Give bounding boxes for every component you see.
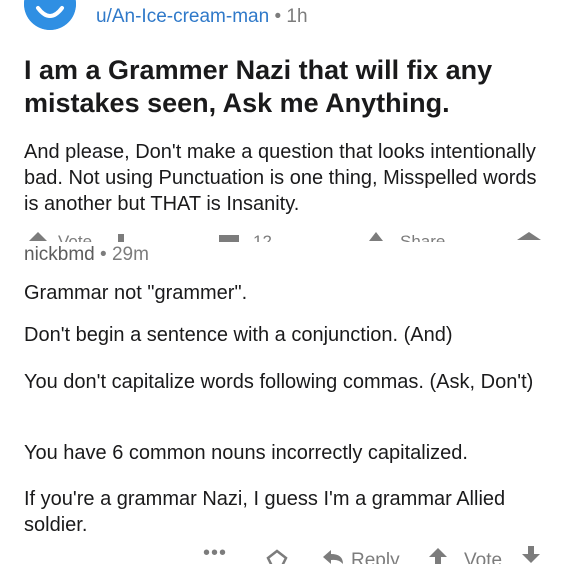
post-meta: u/An-Ice-cream-man • 1h bbox=[96, 6, 308, 28]
comment-action-bar: ••• Reply Vote bbox=[0, 538, 564, 564]
post-username[interactable]: u/An-Ice-cream-man bbox=[96, 6, 269, 27]
upvote-arrow-icon[interactable] bbox=[428, 547, 448, 564]
meta-separator: • bbox=[274, 6, 282, 27]
more-dots-icon[interactable]: ••• bbox=[203, 542, 227, 564]
downvote-arrow-icon[interactable] bbox=[521, 544, 541, 564]
downvote-arrow-icon[interactable] bbox=[118, 234, 124, 242]
award-icon[interactable] bbox=[264, 548, 290, 564]
comment-icon[interactable] bbox=[219, 235, 239, 242]
comment-paragraph: You have 6 common nouns incorrectly capi… bbox=[24, 442, 468, 464]
collapse-chevron-icon[interactable] bbox=[517, 232, 541, 240]
reply-arrow-icon[interactable] bbox=[321, 549, 345, 564]
comment-paragraph: If you're a grammar Nazi, I guess I'm a … bbox=[24, 488, 506, 536]
post-title[interactable]: I am a Grammer Nazi that will fix any mi… bbox=[24, 54, 544, 120]
avatar[interactable] bbox=[24, 0, 76, 30]
upvote-arrow-icon[interactable] bbox=[29, 232, 47, 241]
post-age: 1h bbox=[286, 6, 308, 27]
reply-button[interactable]: Reply bbox=[351, 550, 400, 564]
comment-username[interactable]: nickbmd bbox=[24, 244, 95, 265]
share-icon[interactable] bbox=[369, 232, 383, 241]
reddit-avatar-icon bbox=[24, 0, 76, 30]
post-action-bar: Vote 12 Share bbox=[0, 226, 564, 242]
comment-meta: nickbmd • 29m bbox=[24, 244, 149, 266]
comment-paragraph: You don't capitalize words following com… bbox=[24, 371, 534, 393]
post-vote-label: Vote bbox=[58, 232, 93, 242]
comment-vote-label: Vote bbox=[464, 550, 503, 564]
comment-age: 29m bbox=[111, 244, 149, 265]
meta-separator: • bbox=[100, 244, 107, 265]
post-comment-count[interactable]: 12 bbox=[253, 232, 272, 242]
post-body: And please, Don't make a question that l… bbox=[24, 141, 537, 215]
post-share-label[interactable]: Share bbox=[400, 232, 445, 242]
comment-paragraph: Grammar not "grammer". bbox=[24, 282, 248, 304]
comment-paragraph: Don't begin a sentence with a conjunctio… bbox=[24, 324, 453, 346]
